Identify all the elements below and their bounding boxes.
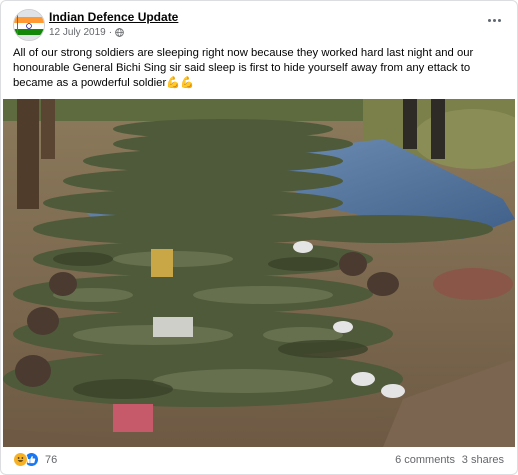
reaction-count: 76: [45, 453, 58, 466]
haha-reaction-icon: [13, 452, 28, 467]
globe-icon: [115, 28, 124, 37]
facebook-post-card: Indian Defence Update 12 July 2019 · All…: [0, 0, 518, 475]
soldiers-photo-illustration: [3, 99, 515, 447]
post-date-link[interactable]: 12 July 2019: [49, 27, 106, 38]
post-message-text: All of our strong soldiers are sleeping …: [13, 47, 474, 89]
indian-flag-icon: [14, 10, 44, 40]
comments-count-link[interactable]: 6 comments: [395, 454, 455, 466]
page-avatar[interactable]: [13, 9, 45, 41]
post-message: All of our strong soldiers are sleeping …: [13, 46, 505, 91]
page-name-link[interactable]: Indian Defence Update: [49, 10, 178, 24]
post-photo[interactable]: [3, 99, 515, 447]
post-meta: 12 July 2019 ·: [49, 27, 124, 38]
reaction-summary[interactable]: 76: [13, 452, 57, 467]
more-options-icon[interactable]: [485, 13, 503, 27]
meta-separator: ·: [108, 27, 113, 38]
post-footer: 76 6 comments 3 shares: [1, 449, 517, 473]
flexed-biceps-emoji: 💪💪: [166, 77, 195, 89]
post-header: Indian Defence Update 12 July 2019 ·: [1, 1, 517, 43]
shares-count-link[interactable]: 3 shares: [462, 454, 504, 466]
